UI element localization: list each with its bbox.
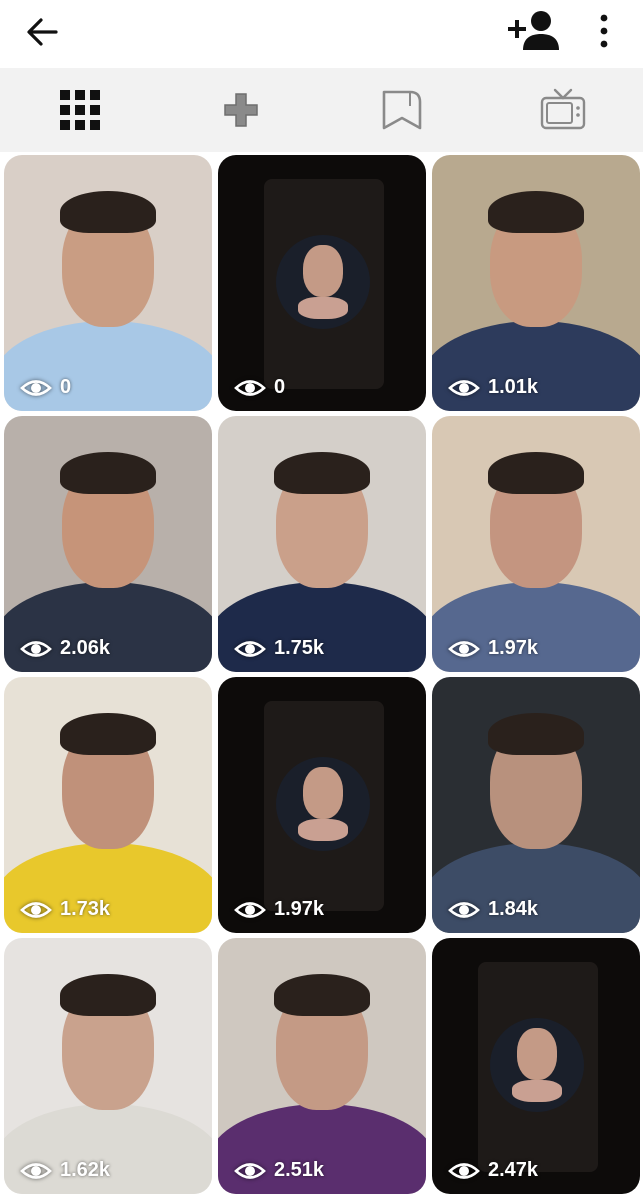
eye-icon	[448, 901, 480, 918]
hands-shape	[298, 297, 348, 319]
view-count-label: 0	[60, 376, 72, 398]
video-thumbnail[interactable]: 1.01k	[432, 155, 640, 411]
grid-icon	[60, 90, 100, 130]
hair-shape	[488, 452, 584, 494]
tab-tv[interactable]	[483, 68, 643, 152]
view-count-label: 1.97k	[488, 637, 539, 659]
video-thumbnail[interactable]: 1.97k	[218, 677, 426, 933]
hands-shape	[298, 819, 348, 841]
view-count-label: 2.51k	[274, 1159, 325, 1181]
face-shape	[303, 767, 343, 819]
hair-shape	[60, 974, 156, 1016]
view-count: 1.01k	[448, 376, 538, 399]
tab-saved[interactable]	[322, 68, 482, 152]
top-bar	[0, 0, 643, 68]
view-count-label: 1.62k	[60, 1159, 111, 1181]
video-thumbnail[interactable]: 1.62k	[4, 938, 212, 1194]
bookmark-icon	[382, 90, 422, 130]
circular-profile-photo	[276, 235, 370, 329]
eye-icon	[448, 379, 480, 396]
view-count: 1.75k	[234, 637, 324, 660]
view-count-label: 2.47k	[488, 1159, 539, 1181]
eye-icon	[234, 901, 266, 918]
view-count-label: 1.84k	[488, 898, 539, 920]
view-count-label: 1.97k	[274, 898, 325, 920]
view-count-label: 1.01k	[488, 376, 539, 398]
hands-shape	[512, 1080, 562, 1102]
eye-icon	[20, 901, 52, 918]
video-thumbnail[interactable]: 2.06k	[4, 416, 212, 672]
video-thumbnail[interactable]: 1.84k	[432, 677, 640, 933]
hair-shape	[274, 452, 370, 494]
view-count: 2.47k	[448, 1159, 538, 1182]
view-count: 0	[234, 376, 285, 399]
eye-icon	[20, 379, 52, 396]
eye-icon	[448, 1162, 480, 1179]
view-count: 1.97k	[448, 637, 538, 660]
view-count-label: 2.06k	[60, 637, 111, 659]
face-shape	[303, 245, 343, 297]
eye-icon	[234, 379, 266, 396]
arrow-left-icon	[27, 18, 58, 46]
person-plus-icon	[508, 11, 559, 50]
profile-tab-bar	[0, 68, 643, 152]
view-count: 2.06k	[20, 637, 110, 660]
hair-shape	[60, 452, 156, 494]
eye-icon	[234, 1162, 266, 1179]
back-button[interactable]	[22, 14, 62, 50]
view-count-label: 0	[274, 376, 286, 398]
vertical-dots-icon	[600, 14, 608, 48]
view-count-label: 1.75k	[274, 637, 325, 659]
video-thumbnail[interactable]: 0	[218, 155, 426, 411]
eye-icon	[20, 640, 52, 657]
face-shape	[517, 1028, 557, 1080]
view-count: 1.73k	[20, 898, 110, 921]
circular-profile-photo	[276, 757, 370, 851]
circular-profile-photo	[490, 1018, 584, 1112]
view-count: 2.51k	[234, 1159, 324, 1182]
tab-add-video[interactable]	[161, 68, 321, 152]
add-user-button[interactable]	[505, 8, 563, 54]
view-count: 1.97k	[234, 898, 324, 921]
hair-shape	[274, 974, 370, 1016]
view-count: 0	[20, 376, 71, 399]
plus-icon	[224, 93, 258, 127]
hair-shape	[488, 191, 584, 233]
video-grid: 0 0 1.01k 2.06k 1.75k 1.97k 1.73k 1.97k 1.84k 1.6…	[4, 155, 641, 1194]
view-count: 1.62k	[20, 1159, 110, 1182]
more-options-button[interactable]	[590, 10, 618, 52]
hair-shape	[60, 713, 156, 755]
eye-icon	[448, 640, 480, 657]
eye-icon	[20, 1162, 52, 1179]
tab-grid[interactable]	[0, 68, 160, 152]
eye-icon	[234, 640, 266, 657]
hair-shape	[488, 713, 584, 755]
hair-shape	[60, 191, 156, 233]
video-thumbnail[interactable]: 0	[4, 155, 212, 411]
view-count: 1.84k	[448, 898, 538, 921]
video-thumbnail[interactable]: 1.73k	[4, 677, 212, 933]
video-thumbnail[interactable]: 1.97k	[432, 416, 640, 672]
view-count-label: 1.73k	[60, 898, 111, 920]
video-thumbnail[interactable]: 1.75k	[218, 416, 426, 672]
video-thumbnail[interactable]: 2.51k	[218, 938, 426, 1194]
video-thumbnail[interactable]: 2.47k	[432, 938, 640, 1194]
tv-icon	[540, 88, 586, 130]
